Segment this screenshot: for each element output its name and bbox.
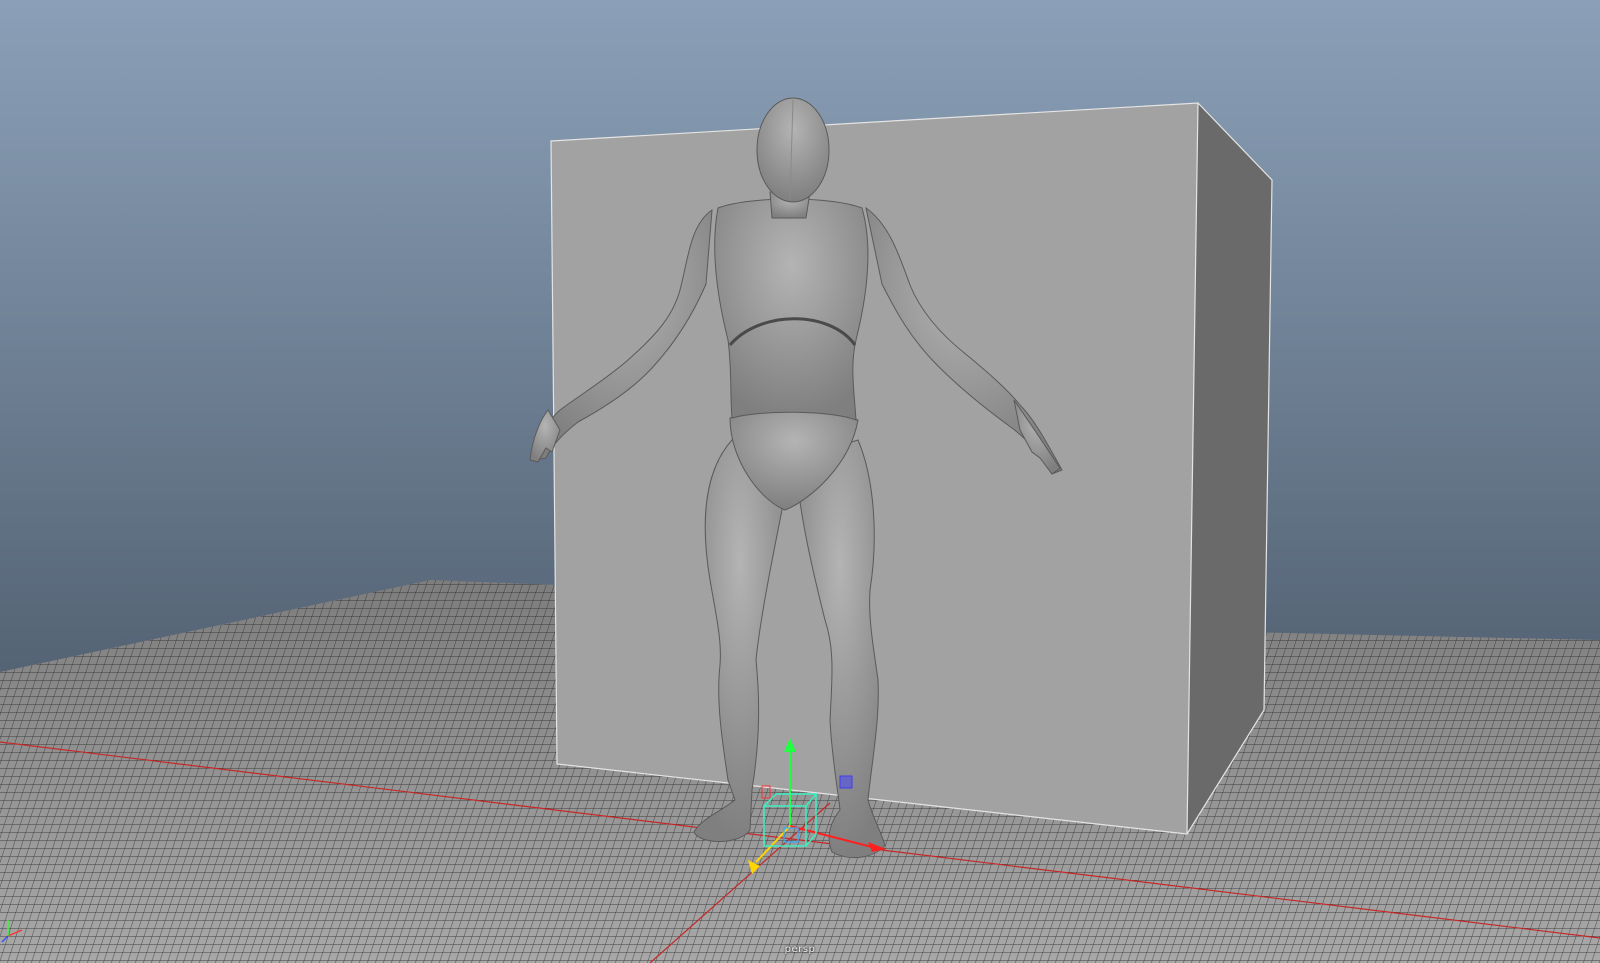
perspective-viewport-canvas[interactable] xyxy=(0,0,1600,963)
cube-mesh[interactable] xyxy=(550,102,1273,835)
viewport-panel[interactable]: persp xyxy=(0,0,1600,963)
torso xyxy=(714,198,869,421)
pivot-marker-blue xyxy=(839,775,853,789)
camera-name-label: persp xyxy=(784,944,816,955)
